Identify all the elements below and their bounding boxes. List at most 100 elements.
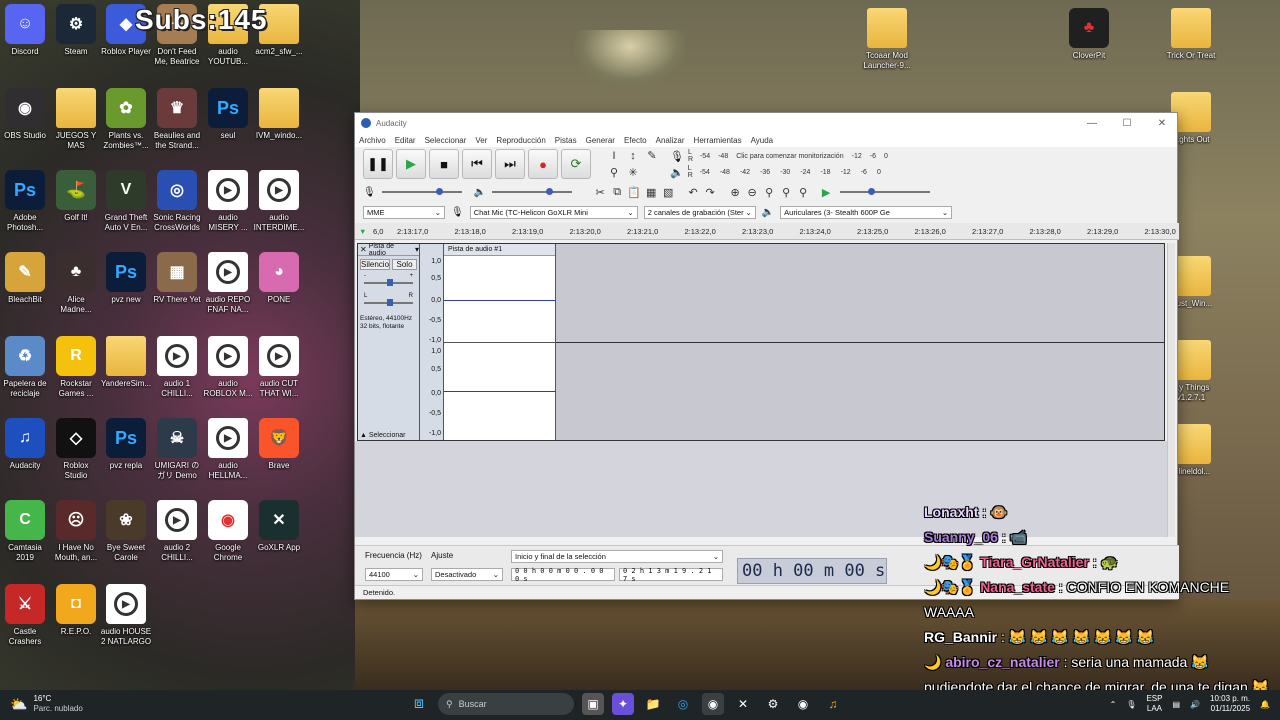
weather-widget[interactable]: ⛅ 16°C Parc. nublado — [10, 694, 83, 714]
snap-select[interactable]: Desactivado ⌄ — [431, 568, 503, 581]
menu-item[interactable]: Herramientas — [694, 136, 742, 145]
language-indicator[interactable]: ESP LAA — [1146, 694, 1162, 714]
selection-start-field[interactable]: 0 0 h 0 0 m 0 0 . 0 0 0 s — [511, 567, 615, 583]
clock[interactable]: 10:03 p. m. 01/11/2025 — [1210, 694, 1250, 714]
tray-overflow-icon[interactable]: ⌃ — [1110, 700, 1117, 709]
menu-item[interactable]: Analizar — [656, 136, 685, 145]
track-name-menu[interactable]: Pista de audio — [369, 243, 413, 257]
play-speed-slider[interactable] — [840, 188, 931, 195]
menu-item[interactable]: Editar — [395, 136, 416, 145]
network-icon[interactable]: ▤ — [1172, 700, 1180, 709]
start-button-icon[interactable]: ⧈ — [408, 693, 430, 715]
cut-icon[interactable]: ✂ — [592, 184, 608, 200]
menu-item[interactable]: Pistas — [555, 136, 577, 145]
desktop-icon[interactable]: 🦁 Brave — [248, 418, 310, 471]
chrome-taskbar-icon[interactable]: ◉ — [702, 693, 724, 715]
title-bar[interactable]: Audacity — ☐ ✕ — [355, 113, 1177, 133]
fit-selection-icon[interactable]: ⚲ — [761, 184, 777, 200]
pause-button[interactable]: ❚❚ — [363, 149, 393, 179]
desktop-icon[interactable]: ▶ audio HOUSE 2 NATLARGO — [95, 584, 157, 647]
waveform-clip[interactable]: Pista de audio #1 — [444, 244, 556, 440]
desktop-icon-label: PONE — [267, 295, 291, 304]
multi-tool-icon[interactable]: ✳ — [625, 165, 641, 181]
record-volume-slider[interactable] — [381, 188, 462, 195]
track-panel[interactable]: ✕ Pista de audio ▾ Silencio Solo - + L R — [357, 243, 1165, 441]
audacity-taskbar-icon[interactable]: ♫ — [822, 693, 844, 715]
playback-meter[interactable]: 🔈 LR -54 -48 -42 -36 -30 -24 -18 -12 -6 0 — [670, 164, 960, 180]
select-track-button[interactable]: ▲ Seleccionar — [360, 432, 405, 439]
toolbar-row-2: 🎙 🔈 ✂ ⧉ 📋 ▦ ▧ ↶ ↷ ⊕ ⊖ ⚲ ⚲ ⚲ ▶ — [355, 183, 1179, 201]
playback-volume-slider[interactable] — [492, 188, 573, 195]
zoom-in-icon[interactable]: ⊕ — [727, 184, 743, 200]
undo-icon[interactable]: ↶ — [685, 184, 701, 200]
time-display[interactable]: 00 h 00 m 00 s — [737, 558, 887, 584]
selection-mode-select[interactable]: Inicio y final de la selección ⌄ — [511, 550, 723, 563]
menu-item[interactable]: Generar — [586, 136, 615, 145]
vertical-scrollbar[interactable] — [1167, 243, 1175, 537]
menu-item[interactable]: Efecto — [624, 136, 647, 145]
channels-select[interactable]: 2 canales de grabación (Ster ⌄ — [643, 205, 756, 219]
menu-item[interactable]: Archivo — [359, 136, 386, 145]
play-button[interactable]: ▶ — [396, 149, 426, 179]
timeline-ruler[interactable]: ▼ 6,0 2:13:17,0 2:13:18,0 2:13:19,0 2:13:20… — [355, 223, 1179, 240]
mic-tray-icon[interactable]: 🎙 — [1126, 700, 1136, 709]
volume-tray-icon[interactable]: 🔊 — [1190, 700, 1200, 709]
audio-host-select[interactable]: MME ⌄ — [363, 205, 445, 219]
steam-taskbar-icon[interactable]: ⚙ — [762, 693, 784, 715]
gain-slider[interactable] — [364, 279, 413, 286]
stop-button[interactable]: ■ — [429, 149, 459, 179]
zoom-out-icon[interactable]: ⊖ — [744, 184, 760, 200]
file-explorer-icon[interactable]: 📁 — [642, 693, 664, 715]
solo-button[interactable]: Solo — [392, 259, 417, 270]
selection-tool-icon[interactable]: I — [606, 148, 622, 164]
desktop-icon[interactable]: ▶ audio INTERDIME... — [248, 170, 310, 233]
trim-icon[interactable]: ▦ — [643, 184, 659, 200]
obs-taskbar-icon[interactable]: ◉ — [792, 693, 814, 715]
play-at-speed-icon[interactable]: ▶ — [818, 184, 834, 200]
project-rate-select[interactable]: 44100 ⌄ — [365, 568, 423, 581]
clip-name[interactable]: Pista de audio #1 — [444, 244, 555, 256]
menu-item[interactable]: Reproducción — [496, 136, 545, 145]
maximize-icon[interactable]: ☐ — [1112, 118, 1142, 129]
notifications-icon[interactable]: 🔔 — [1260, 700, 1270, 709]
record-device-select[interactable]: Chat Mic (TC-Helicon GoXLR Mini ⌄ — [469, 205, 638, 219]
desktop-icon[interactable]: Tcoaar Mod Launcher-9... — [856, 8, 918, 71]
zoom-tool-icon[interactable]: ⚲ — [606, 165, 622, 181]
menu-item[interactable]: Seleccionar — [425, 136, 467, 145]
edge-icon[interactable]: ◎ — [672, 693, 694, 715]
mute-button[interactable]: Silencio — [360, 259, 391, 270]
selection-end-field[interactable]: 0 2 h 1 3 m 1 9 . 2 1 7 s — [619, 567, 723, 583]
minimize-icon[interactable]: — — [1077, 118, 1107, 129]
skip-to-end-button[interactable]: ⏭ — [495, 149, 525, 179]
goxlr-taskbar-icon[interactable]: ✕ — [732, 693, 754, 715]
close-icon[interactable]: ✕ — [1147, 118, 1177, 129]
record-button[interactable]: ● — [528, 149, 558, 179]
silence-icon[interactable]: ▧ — [660, 184, 676, 200]
copy-icon[interactable]: ⧉ — [609, 184, 625, 200]
paste-icon[interactable]: 📋 — [626, 184, 642, 200]
fit-project-icon[interactable]: ⚲ — [778, 184, 794, 200]
task-view-icon[interactable]: ▣ — [582, 693, 604, 715]
desktop-icon[interactable]: ◕ PONE — [248, 252, 310, 305]
desktop-icon[interactable]: Trick Or Treat — [1160, 8, 1222, 61]
desktop-icon[interactable]: ▶ audio CUT THAT WI... — [248, 336, 310, 399]
taskbar-search[interactable]: ⚲ Buscar — [438, 693, 574, 715]
record-meter[interactable]: 🎙 LR -54 -48 Clic para comenzar monitoriza… — [670, 148, 960, 164]
menu-item[interactable]: Ayuda — [751, 136, 774, 145]
close-track-icon[interactable]: ✕ — [360, 245, 367, 254]
playback-device-select[interactable]: Auriculares (3- Stealth 600P Ge ⌄ — [780, 205, 953, 219]
skip-to-start-button[interactable]: ⏮ — [462, 149, 492, 179]
zoom-toggle-icon[interactable]: ⚲ — [795, 184, 811, 200]
track-menu-arrow-icon[interactable]: ▾ — [415, 245, 419, 254]
desktop-icon[interactable]: IVM_windo... — [248, 88, 310, 141]
loop-button[interactable]: ⟳ — [561, 149, 591, 179]
draw-tool-icon[interactable]: ✎ — [644, 148, 660, 164]
pan-slider[interactable] — [364, 299, 413, 306]
copilot-icon[interactable]: ✦ — [612, 693, 634, 715]
desktop-icon[interactable]: ♣ CloverPit — [1058, 8, 1120, 61]
menu-item[interactable]: Ver — [475, 136, 487, 145]
desktop-icon[interactable]: ✕ GoXLR App — [248, 500, 310, 553]
redo-icon[interactable]: ↷ — [702, 184, 718, 200]
vertical-ruler[interactable]: 1,0 0,5 0,0 -0,5 -1,0 1,0 0,5 0,0 -0,5 -1,0 — [420, 244, 444, 440]
envelope-tool-icon[interactable]: ↕ — [625, 148, 641, 164]
